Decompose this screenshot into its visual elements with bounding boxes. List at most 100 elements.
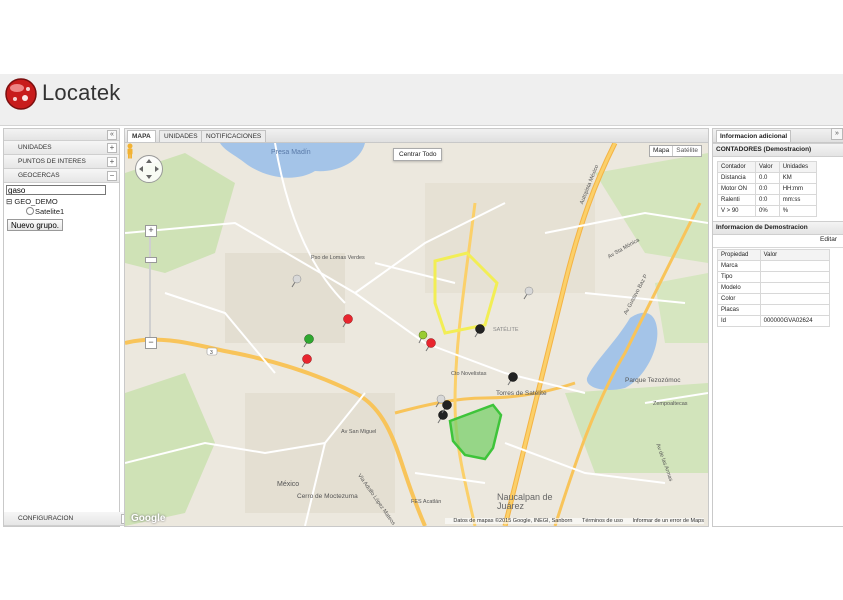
tab-unidades[interactable]: UNIDADES (159, 130, 203, 142)
map-label: Zempoaltecas (653, 401, 688, 407)
table-cell: Motor ON (716, 183, 757, 195)
edit-bar: Editar (713, 235, 843, 248)
table-cell (759, 293, 831, 305)
new-group-button[interactable]: Nuevo grupo. (7, 219, 64, 231)
header: Locatek (0, 74, 843, 126)
left-panel: « UNIDADES + PUNTOS DE INTERES + GEOCERC… (3, 128, 133, 527)
pan-control-icon[interactable] (135, 155, 163, 183)
map-canvas[interactable]: 3 Presa Madín México Cerro de Moctezuma … (125, 143, 708, 526)
map-type-satelite[interactable]: Satélite (672, 146, 701, 156)
terms-link[interactable]: Términos de uso (582, 518, 623, 524)
zoom-control: + − (145, 225, 157, 349)
section-label: PUNTOS DE INTERES (18, 158, 86, 165)
tab-bar: MAPA UNIDADES NOTIFICACIONES (125, 129, 708, 143)
road-number: 3 (210, 350, 213, 356)
zoom-in-button[interactable]: + (145, 225, 157, 237)
right-panel: Informacion adicional CONTADORES (Demost… (712, 128, 843, 527)
table-cell (759, 271, 831, 283)
section-geocercas[interactable]: GEOCERCAS − (4, 169, 119, 183)
map-attribution: Datos de mapas ©2015 Google, INEGI, Sanb… (445, 518, 704, 524)
table-row: Id 000000GVA02624 (717, 315, 831, 327)
expand-icon[interactable]: + (107, 157, 117, 167)
tree-item-satelite1[interactable]: Satelite1 (26, 207, 119, 217)
section-unidades[interactable]: UNIDADES + (4, 141, 119, 155)
demo-info-title: Informacion de Demostracion (713, 221, 843, 235)
collapse-left-button[interactable]: « (107, 130, 117, 140)
map-label: Parque Tezozómoc (625, 377, 681, 384)
table-row: Ralenti 0:0 mm:ss (716, 194, 818, 206)
table-row: Distancia 0.0 KM (716, 172, 818, 184)
table-cell: Marca (717, 260, 761, 272)
map-label: Naucalpan de Juárez (497, 492, 553, 511)
table-cell: mm:ss (778, 194, 818, 206)
radio-icon[interactable] (26, 207, 34, 215)
table-cell: 0% (755, 205, 780, 217)
map-type-mapa[interactable]: Mapa (650, 146, 672, 156)
demo-info-table: Propiedad Valor Marca Tipo Modelo Color … (717, 249, 831, 327)
tab-informacion-adicional[interactable]: Informacion adicional (716, 130, 792, 142)
table-row: V > 90 0% % (716, 205, 818, 217)
expand-right-button[interactable]: » (831, 128, 843, 140)
counters-title: CONTADORES (Demostracion) (713, 143, 843, 157)
table-cell: KM (778, 172, 818, 184)
expand-icon[interactable]: + (107, 143, 117, 153)
map-label: Pso de Lomas Verdes (311, 255, 365, 261)
tab-notificaciones[interactable]: NOTIFICACIONES (201, 130, 267, 142)
table-cell: HH:mm (778, 183, 818, 195)
tab-mapa[interactable]: MAPA (127, 130, 156, 142)
tree-item-label: Satelite1 (35, 207, 65, 216)
street-view-pegman-icon[interactable] (125, 143, 135, 159)
tree-group-geo-demo[interactable]: ⊟ GEO_DEMO (6, 197, 119, 207)
table-cell (759, 260, 831, 272)
table-cell: Ralenti (716, 194, 757, 206)
table-cell: 000000GVA02624 (759, 315, 831, 327)
column-header: Propiedad (717, 249, 761, 261)
table-cell: Placas (717, 304, 761, 316)
header-divider (0, 125, 843, 126)
map-label: México (277, 481, 300, 488)
map-label: Presa Madín (271, 149, 311, 156)
map-label: Torres de Satélite (496, 390, 547, 397)
table-cell (759, 282, 831, 294)
tree-group-label: GEO_DEMO (14, 197, 58, 206)
app-window: Locatek « UNIDADES + PUNTOS DE INTERES +… (0, 74, 843, 527)
map-label: SATÉLITE (493, 327, 519, 333)
center-panel: MAPA UNIDADES NOTIFICACIONES 3 Presa Mad… (124, 128, 709, 527)
map-type-control: Mapa Satélite (649, 145, 702, 157)
left-panel-header: « (4, 129, 119, 141)
map-label: Av San Miguel (341, 429, 377, 435)
zoom-out-button[interactable]: − (145, 337, 157, 349)
table-cell: 0:0 (755, 194, 780, 206)
section-configuracion[interactable]: CONFIGURACION + (4, 512, 133, 526)
report-error-link[interactable]: Informar de un error de Maps (632, 518, 704, 524)
section-puntos-de-interes[interactable]: PUNTOS DE INTERES + (4, 155, 119, 169)
section-label: CONFIGURACION (18, 515, 74, 522)
table-row: Modelo (717, 282, 831, 294)
column-header: Valor (755, 161, 780, 173)
pan-arrows-icon (139, 159, 159, 179)
collapse-icon[interactable]: − (107, 171, 117, 181)
table-cell: % (778, 205, 818, 217)
section-label: UNIDADES (18, 144, 52, 151)
table-row: Tipo (717, 271, 831, 283)
table-row: Color (717, 293, 831, 305)
zoom-track[interactable] (149, 237, 151, 337)
table-row: Marca (717, 260, 831, 272)
zoom-slider-handle[interactable] (145, 257, 157, 263)
counters-table: Contador Valor Unidades Distancia 0.0 KM… (716, 161, 818, 217)
geofence-search-input[interactable] (6, 185, 106, 195)
map-label: Cto Novelistas (451, 371, 487, 377)
google-logo: Google (131, 513, 166, 524)
column-header: Contador (716, 161, 757, 173)
logo-icon (5, 78, 37, 110)
tree-expander-icon[interactable]: ⊟ (6, 197, 12, 206)
table-cell: Id (717, 315, 761, 327)
column-header: Unidades (778, 161, 818, 173)
center-all-button[interactable]: Centrar Todo (393, 148, 443, 161)
map-tiles: 3 (125, 143, 708, 526)
edit-button[interactable]: Editar (820, 236, 837, 243)
table-cell: Distancia (716, 172, 757, 184)
map-label: FES Acatlán (411, 499, 442, 505)
table-cell: V > 90 (716, 205, 757, 217)
brand-name: Locatek (42, 80, 121, 105)
